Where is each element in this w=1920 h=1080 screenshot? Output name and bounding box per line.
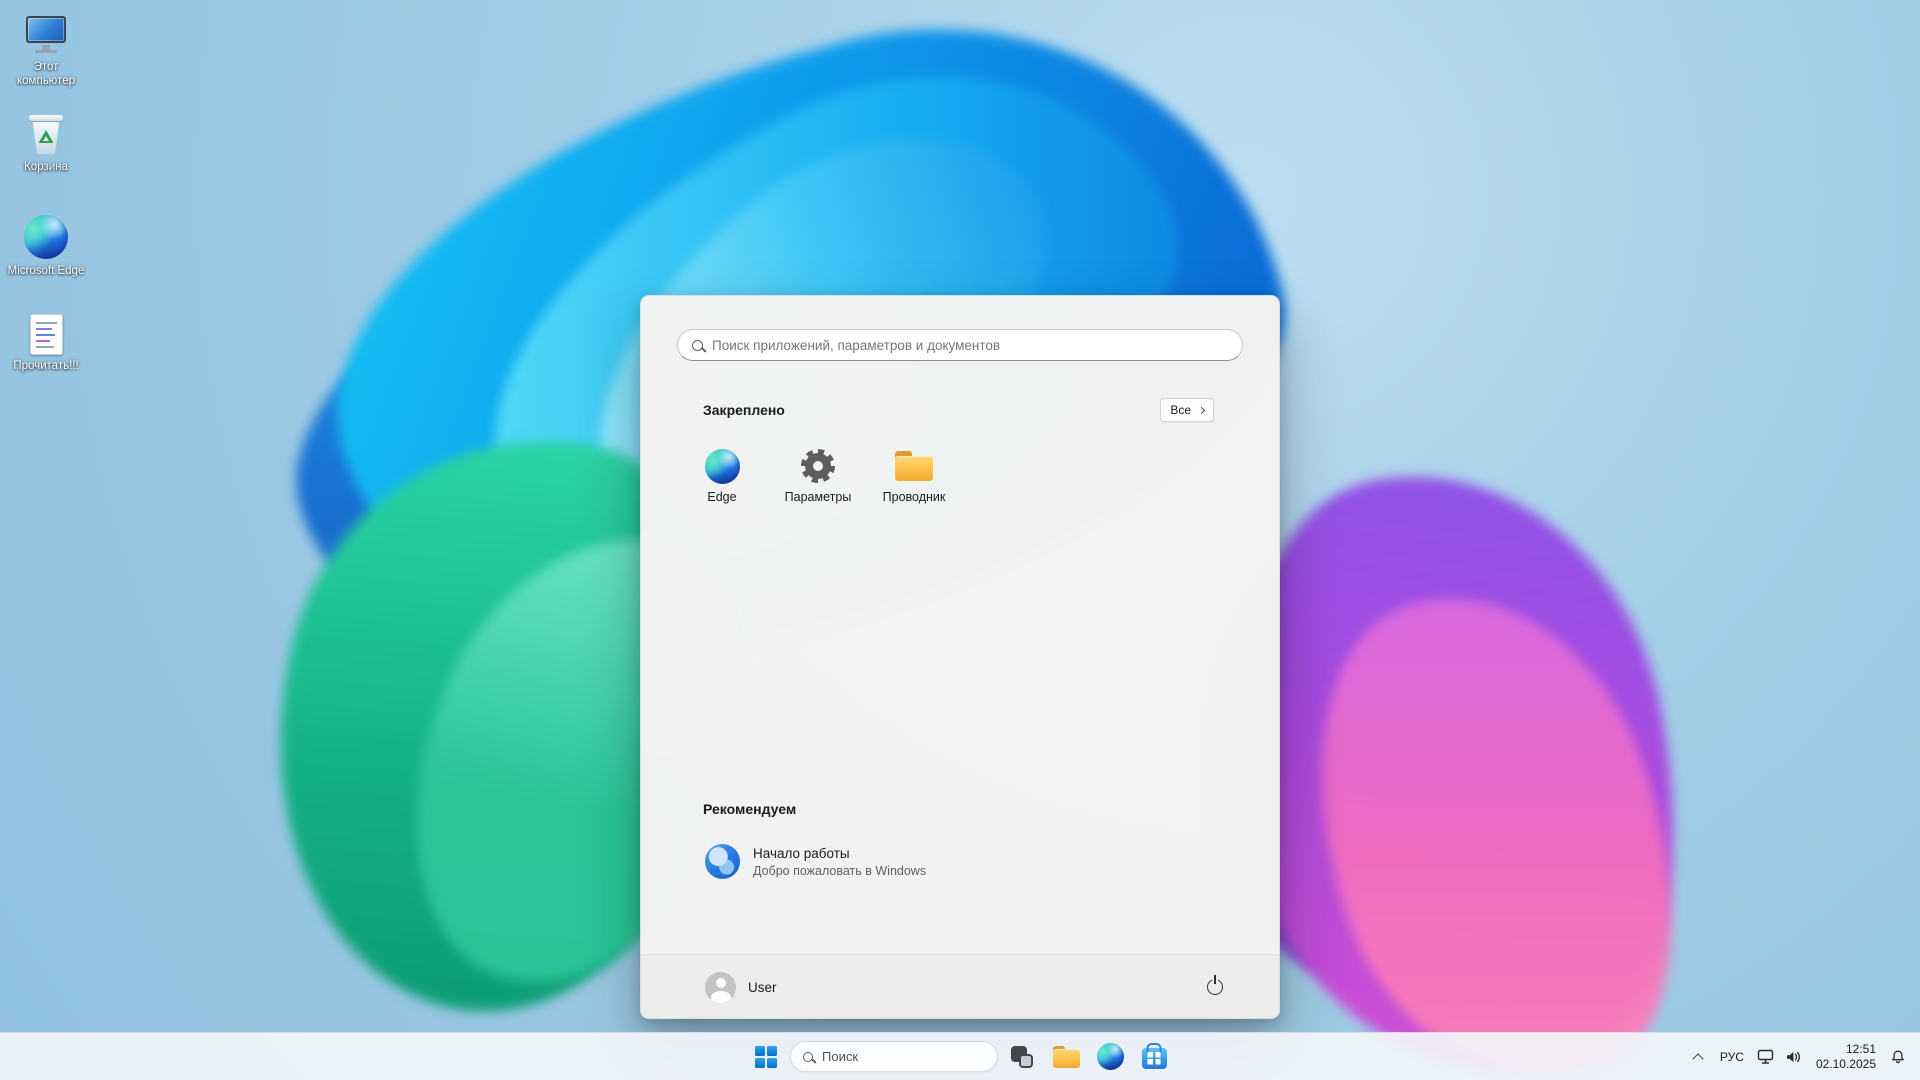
user-profile-button[interactable]: User <box>693 967 789 1007</box>
store-button[interactable] <box>1134 1037 1174 1077</box>
desktop-icon-label: Этот компьютер <box>7 60 85 88</box>
taskbar-center-group <box>746 1033 1174 1080</box>
recycle-bin-icon <box>28 114 64 156</box>
desktop-icon-recycle-bin[interactable]: Корзина <box>6 108 86 204</box>
pinned-all-label: Все <box>1170 403 1191 417</box>
recommended-list: Начало работы Добро пожаловать в Windows <box>697 836 1239 887</box>
taskbar-search-box[interactable] <box>790 1041 998 1072</box>
desktop-icon-microsoft-edge[interactable]: Microsoft Edge <box>6 208 86 304</box>
desktop: Этот компьютер Корзина Microsoft Edge Пр… <box>0 0 1920 1080</box>
recommended-section-header: Рекомендуем <box>703 801 1214 817</box>
chevron-up-icon <box>1692 1053 1703 1064</box>
store-icon <box>1142 1048 1167 1069</box>
pinned-app-file-explorer[interactable]: Проводник <box>866 436 962 522</box>
recommended-item-subtitle: Добро пожаловать в Windows <box>753 864 926 878</box>
desktop-icon-this-pc[interactable]: Этот компьютер <box>6 8 86 104</box>
power-button[interactable] <box>1195 967 1235 1007</box>
start-button[interactable] <box>746 1037 786 1077</box>
language-indicator[interactable]: РУС <box>1712 1037 1752 1077</box>
clock[interactable]: 12:51 02.10.2025 <box>1808 1037 1884 1077</box>
recommended-item-get-started[interactable]: Начало работы Добро пожаловать в Windows <box>697 836 1007 887</box>
task-view-icon <box>1009 1044 1035 1070</box>
user-name-label: User <box>748 980 777 995</box>
desktop-icon-readme[interactable]: Прочитать!!! <box>6 308 86 404</box>
desktop-icon-grid: Этот компьютер Корзина Microsoft Edge Пр… <box>6 8 86 404</box>
pinned-app-label: Проводник <box>883 490 946 504</box>
text-document-icon <box>30 314 63 355</box>
recommended-header-label: Рекомендуем <box>703 801 796 817</box>
pinned-section-header: Закреплено Все <box>703 398 1214 422</box>
recommended-item-title: Начало работы <box>753 846 926 861</box>
folder-icon <box>895 448 933 484</box>
power-icon <box>1207 979 1223 995</box>
edge-icon <box>1097 1043 1124 1070</box>
start-search-input[interactable] <box>712 338 1228 353</box>
bell-icon <box>1890 1049 1906 1065</box>
pinned-app-label: Edge <box>707 490 736 504</box>
volume-button[interactable] <box>1780 1037 1808 1077</box>
speaker-icon <box>1785 1049 1802 1065</box>
pinned-header-label: Закреплено <box>703 402 785 418</box>
notifications-button[interactable] <box>1884 1037 1912 1077</box>
pinned-app-settings[interactable]: Параметры <box>770 436 866 522</box>
user-avatar <box>705 972 736 1003</box>
start-menu-footer: User <box>641 954 1279 1018</box>
gear-icon <box>801 448 835 484</box>
start-menu: Закреплено Все Edge Параметры Проводник … <box>640 295 1280 1019</box>
taskbar: РУС 12:51 02.10.2025 <box>0 1032 1920 1080</box>
file-explorer-button[interactable] <box>1046 1037 1086 1077</box>
pinned-all-button[interactable]: Все <box>1160 398 1214 422</box>
desktop-icon-label: Прочитать!!! <box>13 359 78 373</box>
pinned-apps-grid: Edge Параметры Проводник <box>674 436 962 522</box>
desktop-icon-label: Microsoft Edge <box>8 264 85 278</box>
desktop-icon-label: Корзина <box>24 160 68 174</box>
edge-icon <box>24 214 68 260</box>
hidden-icons-button[interactable] <box>1684 1037 1712 1077</box>
search-icon <box>692 340 703 351</box>
date-label: 02.10.2025 <box>1816 1057 1876 1071</box>
edge-button[interactable] <box>1090 1037 1130 1077</box>
search-icon <box>803 1052 813 1062</box>
system-tray: РУС 12:51 02.10.2025 <box>1684 1033 1912 1080</box>
edge-icon <box>705 448 740 484</box>
windows-logo-icon <box>755 1046 777 1068</box>
pinned-app-label: Параметры <box>785 490 852 504</box>
folder-icon <box>1053 1046 1080 1068</box>
network-button[interactable] <box>1752 1037 1780 1077</box>
time-label: 12:51 <box>1846 1042 1876 1056</box>
task-view-button[interactable] <box>1002 1037 1042 1077</box>
start-search-box[interactable] <box>677 329 1243 361</box>
this-pc-icon <box>23 14 69 56</box>
chevron-right-icon <box>1198 406 1205 413</box>
network-icon <box>1757 1048 1774 1065</box>
pinned-app-edge[interactable]: Edge <box>674 436 770 522</box>
taskbar-search-input[interactable] <box>822 1049 985 1064</box>
get-started-icon <box>705 844 740 879</box>
